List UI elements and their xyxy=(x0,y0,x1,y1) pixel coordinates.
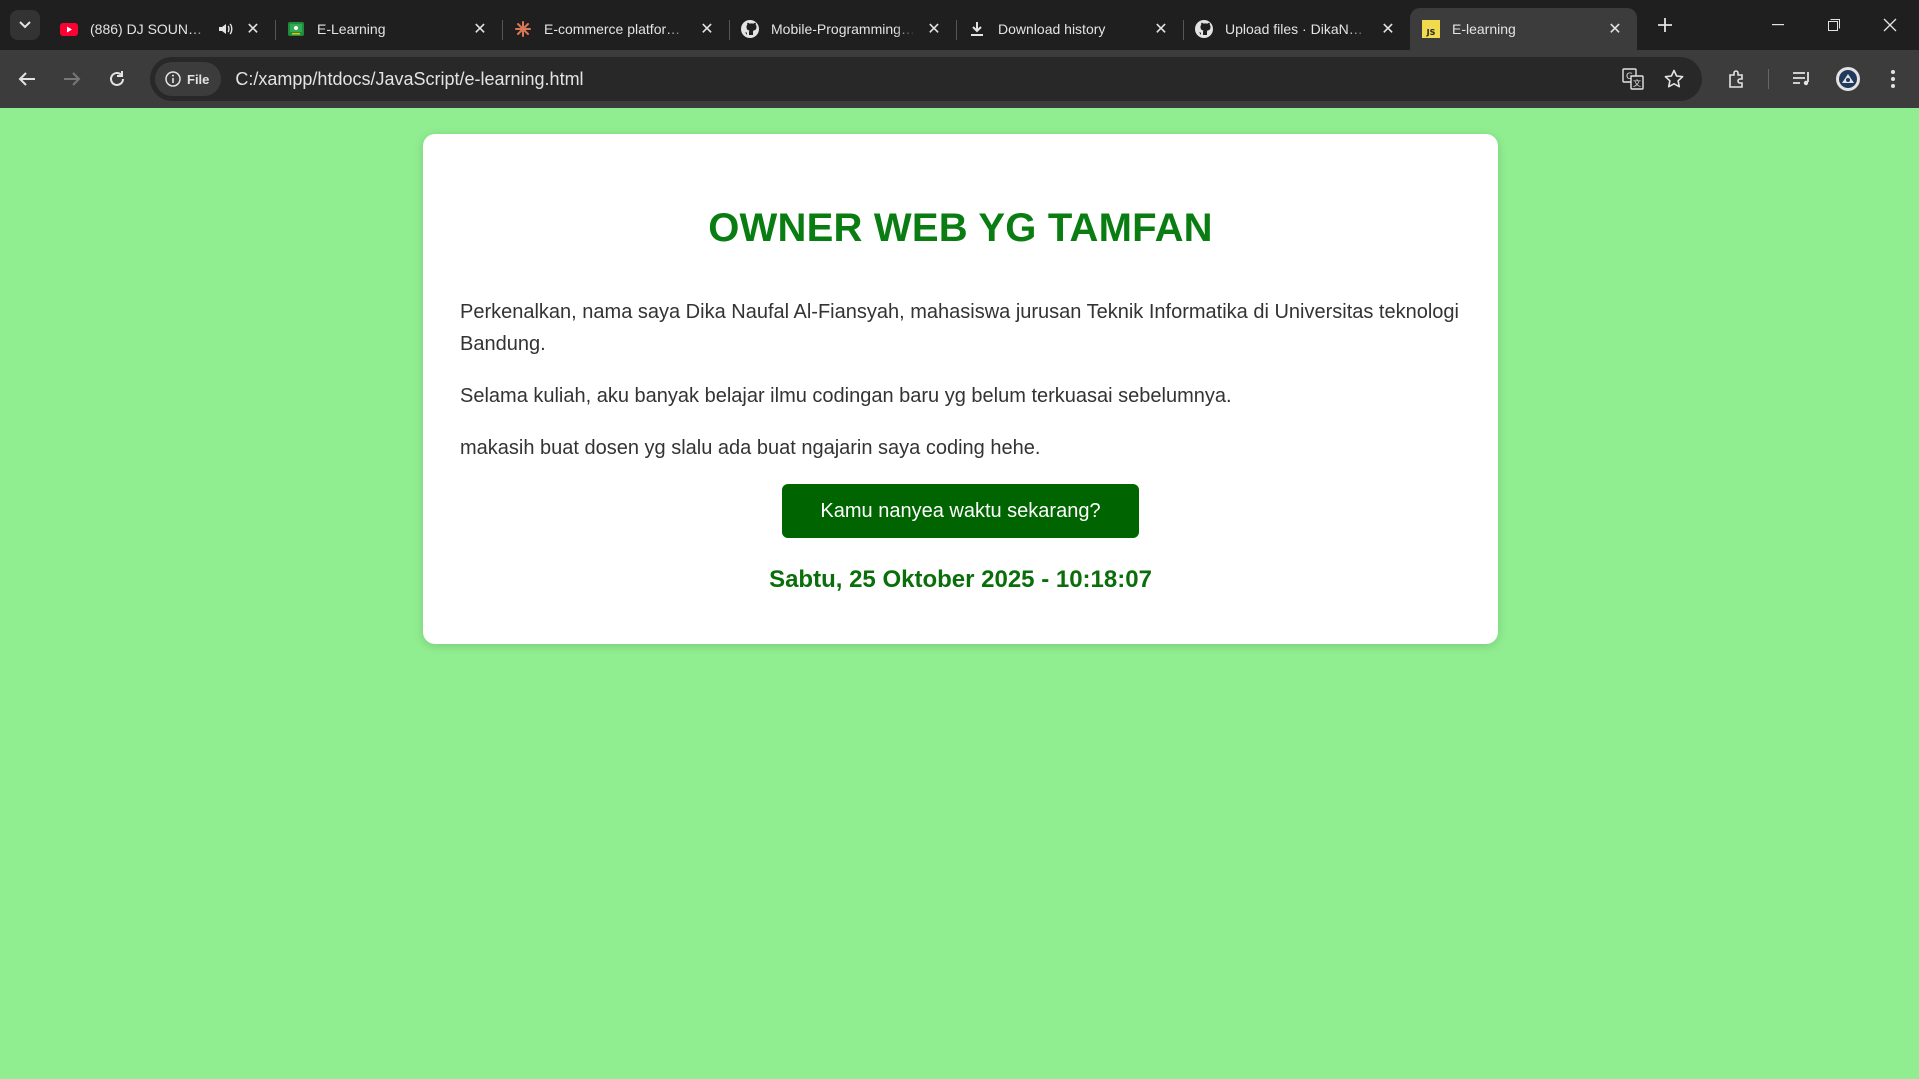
reload-icon xyxy=(110,71,124,86)
close-icon[interactable]: ✕ xyxy=(1605,19,1625,39)
star-icon xyxy=(1664,69,1684,88)
minimize-button[interactable] xyxy=(1750,0,1806,50)
tab-title: (886) DJ SOUND JJ SI xyxy=(90,21,211,37)
classroom-icon xyxy=(287,20,305,38)
tab-upload-files[interactable]: Upload files · DikaNaufal ✕ xyxy=(1183,8,1410,50)
thanks-paragraph: makasih buat dosen yg slalu ada buat nga… xyxy=(460,437,1041,459)
content-card: OWNER WEB YG TAMFAN Perkenalkan, nama sa… xyxy=(423,134,1498,644)
svg-text:JS: JS xyxy=(1426,28,1436,37)
page-title: OWNER WEB YG TAMFAN xyxy=(708,206,1213,250)
tab-title: E-commerce platform de xyxy=(544,21,689,37)
profile-button[interactable] xyxy=(1833,64,1863,94)
tab-title: E-Learning xyxy=(317,21,386,37)
arrow-right-icon xyxy=(64,72,81,86)
media-controls-button[interactable] xyxy=(1787,64,1817,94)
playlist-icon xyxy=(1793,72,1809,86)
close-icon[interactable]: ✕ xyxy=(697,19,717,39)
close-icon[interactable]: ✕ xyxy=(470,19,490,39)
youtube-icon xyxy=(60,20,78,38)
arrow-left-icon xyxy=(18,72,35,86)
browser-toolbar: File C:/xampp/htdocs/JavaScript/e-learni… xyxy=(0,50,1919,108)
extensions-button[interactable] xyxy=(1722,64,1752,94)
svg-text:文: 文 xyxy=(1633,78,1641,88)
close-window-button[interactable] xyxy=(1862,0,1918,50)
js-icon: JS xyxy=(1422,20,1440,38)
close-icon xyxy=(1883,18,1897,32)
show-time-button[interactable]: Kamu nanyea waktu sekarang? xyxy=(782,484,1139,538)
speaker-icon[interactable] xyxy=(217,20,235,38)
tab-title: Download history xyxy=(998,21,1106,37)
puzzle-icon xyxy=(1729,70,1743,88)
tab-search-button[interactable] xyxy=(10,10,40,40)
new-tab-button[interactable] xyxy=(1653,13,1677,37)
tab-mobile-programming[interactable]: Mobile-Programming-2- ✕ xyxy=(729,8,956,50)
github-icon xyxy=(741,20,759,38)
close-icon[interactable]: ✕ xyxy=(1378,19,1398,39)
translate-button[interactable]: G文 xyxy=(1618,64,1648,94)
address-bar[interactable]: File C:/xampp/htdocs/JavaScript/e-learni… xyxy=(150,57,1702,101)
tab-download-history[interactable]: Download history ✕ xyxy=(956,8,1183,50)
close-icon[interactable]: ✕ xyxy=(1151,19,1171,39)
translate-icon: G文 xyxy=(1622,68,1644,90)
back-button[interactable] xyxy=(12,64,42,94)
tab-title: E-learning xyxy=(1452,21,1516,37)
clock-display: Sabtu, 25 Oktober 2025 - 10:18:07 xyxy=(769,566,1152,593)
restore-button[interactable] xyxy=(1806,0,1862,50)
reload-button[interactable] xyxy=(102,64,132,94)
tab-youtube[interactable]: (886) DJ SOUND JJ SI ✕ xyxy=(48,8,275,50)
github-icon xyxy=(1195,20,1213,38)
claude-icon xyxy=(514,20,532,38)
url-text[interactable]: C:/xampp/htdocs/JavaScript/e-learning.ht… xyxy=(235,69,583,90)
download-icon xyxy=(968,20,986,38)
tab-e-learning-active[interactable]: JS E-learning ✕ xyxy=(1410,8,1637,50)
button-wrapper: Kamu nanyea waktu sekarang? xyxy=(460,484,1461,538)
bookmark-button[interactable] xyxy=(1659,64,1689,94)
more-vert-icon xyxy=(1891,70,1895,88)
intro-paragraph: Perkenalkan, nama saya Dika Naufal Al-Fi… xyxy=(460,301,1459,355)
site-chip-label: File xyxy=(187,71,210,87)
tab-title: Mobile-Programming-2- xyxy=(771,21,916,37)
forward-button[interactable] xyxy=(57,64,87,94)
tab-title: Upload files · DikaNaufal xyxy=(1225,21,1370,37)
minimize-icon xyxy=(1772,24,1784,26)
chevron-down-icon xyxy=(19,21,31,29)
info-icon xyxy=(165,71,181,87)
close-icon[interactable]: ✕ xyxy=(243,19,263,39)
tab-strip: (886) DJ SOUND JJ SI ✕ E-Learning ✕ E-co… xyxy=(0,0,1919,50)
plus-icon xyxy=(1658,18,1672,32)
close-icon[interactable]: ✕ xyxy=(924,19,944,39)
avatar xyxy=(1836,67,1860,91)
study-paragraph: Selama kuliah, aku banyak belajar ilmu c… xyxy=(460,385,1232,407)
restore-icon xyxy=(1828,19,1840,31)
menu-button[interactable] xyxy=(1878,64,1908,94)
site-info-chip[interactable]: File xyxy=(155,62,222,96)
tab-e-learning-classroom[interactable]: E-Learning ✕ xyxy=(275,8,502,50)
toolbar-divider xyxy=(1768,69,1769,89)
tab-ecommerce[interactable]: E-commerce platform de ✕ xyxy=(502,8,729,50)
